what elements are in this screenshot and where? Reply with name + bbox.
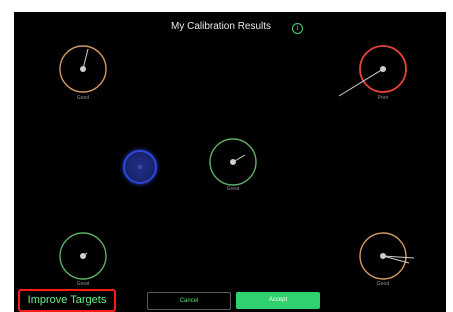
target-center-dot [380,66,386,72]
accept-button[interactable]: Accept [236,292,320,309]
gaze-error-line [82,48,89,70]
target-label: Good [76,95,90,101]
calibration-target-middle-left[interactable] [123,150,157,184]
target-center-dot [380,253,386,259]
target-center-dot [80,253,86,259]
calibration-target-bottom-left[interactable] [59,232,109,282]
target-label: Good [376,281,390,287]
calibration-screen: { "header": { "title": "My Calibration R… [0,0,453,312]
improve-targets-button[interactable]: Improve Targets [18,289,116,312]
calibration-target-bottom-right[interactable] [358,232,418,282]
info-icon[interactable]: i [292,23,303,34]
calibration-target-top-left[interactable] [58,44,108,94]
target-label: Poor [377,95,389,101]
calibration-target-top-right[interactable] [336,44,408,100]
target-center-dot [138,165,142,169]
target-center-dot [230,159,236,165]
page-title: My Calibration Results [171,21,272,32]
target-center-dot [80,66,86,72]
cancel-button[interactable]: Cancel [147,292,231,310]
calibration-target-center[interactable] [209,138,259,188]
target-label: Great [226,186,240,192]
target-label: Great [76,281,90,287]
